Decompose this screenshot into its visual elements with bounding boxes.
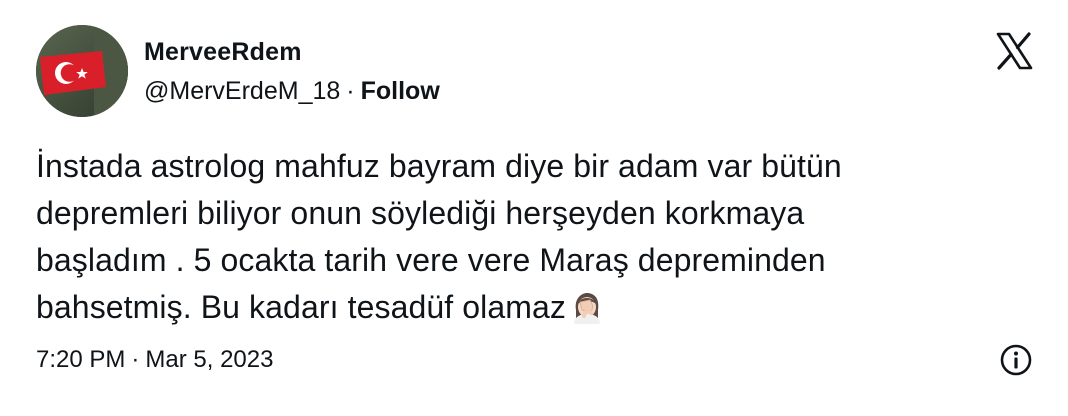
- tweet-last-line: bahsetmiş. Bu kadarı tesadüf olamaz: [36, 284, 1036, 331]
- tweet-line: başladım . 5 ocakta tarih vere vere Mara…: [36, 242, 826, 278]
- tweet-line: depremleri biliyor onun söylediği herşey…: [36, 195, 805, 231]
- turkish-flag-avatar: [36, 25, 128, 117]
- timestamp-separator: ·: [131, 346, 140, 373]
- tweet-card: MerveeRdem @MervErdeM_18 · Follow İnstada …: [0, 0, 1068, 416]
- tweet-text: İnstada astrolog mahfuz bayram diye bir …: [36, 143, 1036, 331]
- follow-button[interactable]: Follow: [361, 77, 440, 105]
- info-icon[interactable]: [999, 343, 1033, 377]
- avatar[interactable]: [36, 25, 128, 117]
- handle-separator: ·: [346, 77, 355, 105]
- tweet-timestamp[interactable]: 7:20 PM · Mar 5, 2023: [36, 346, 273, 374]
- tweet-line: İnstada astrolog mahfuz bayram diye bir …: [36, 148, 842, 184]
- woman-facepalming-emoji-icon: [570, 290, 604, 324]
- tweet-line: bahsetmiş. Bu kadarı tesadüf olamaz: [36, 289, 566, 325]
- user-handle[interactable]: @MervErdeM_18: [144, 77, 340, 105]
- x-logo-icon[interactable]: [994, 31, 1034, 71]
- display-name[interactable]: MerveeRdem: [144, 38, 302, 67]
- tweet-date: Mar 5, 2023: [145, 346, 274, 373]
- handle-row: @MervErdeM_18 · Follow: [144, 77, 440, 106]
- tweet-time: 7:20 PM: [36, 346, 126, 373]
